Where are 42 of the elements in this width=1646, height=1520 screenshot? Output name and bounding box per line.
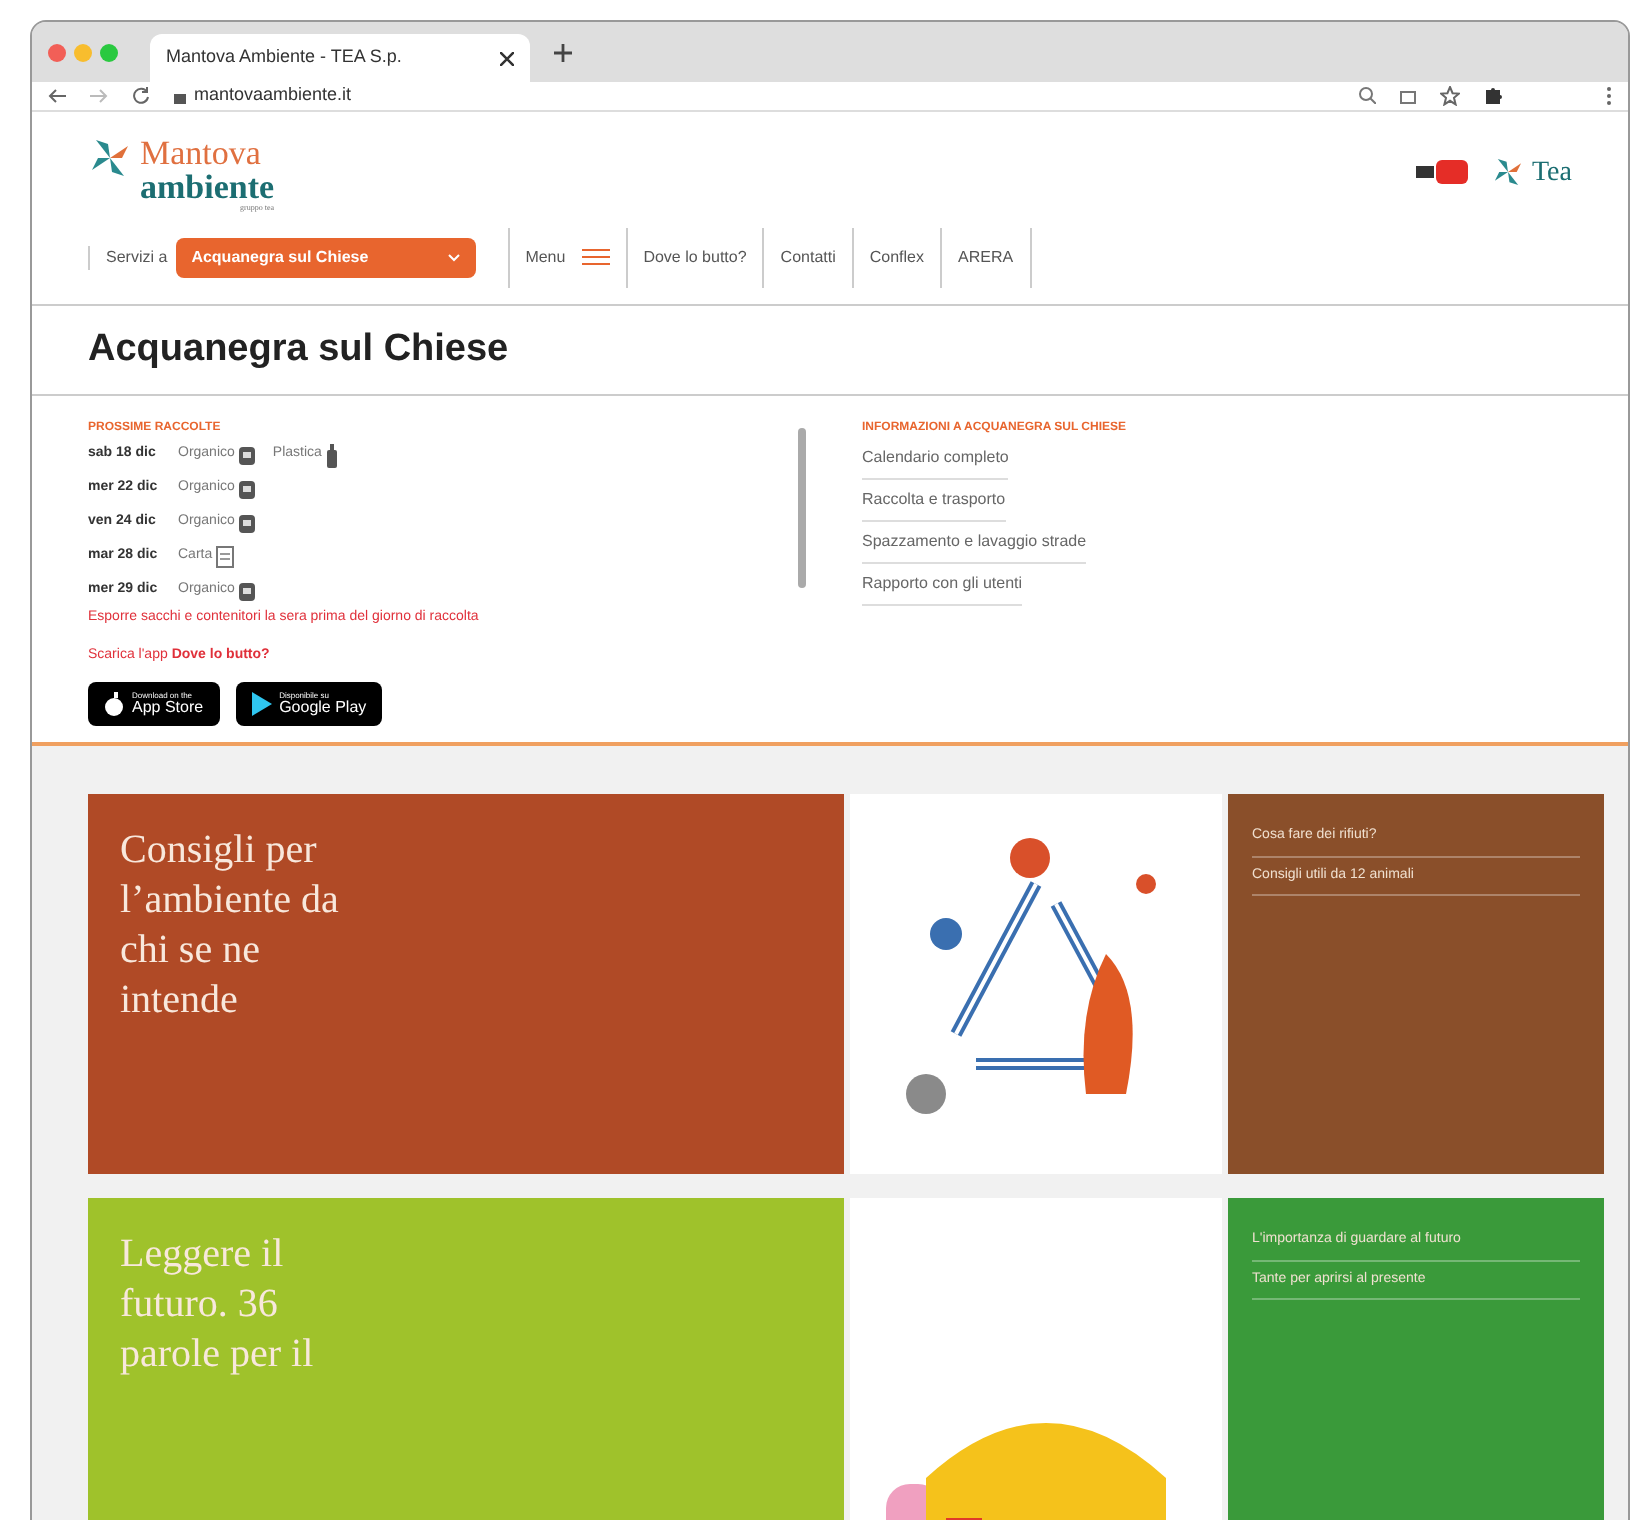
back-icon[interactable] (48, 87, 66, 104)
info-link[interactable]: Raccolta e trasporto (862, 480, 1006, 522)
menu-icon (581, 248, 610, 266)
bin-icon (238, 581, 257, 601)
play-icon (251, 692, 272, 716)
address-field[interactable]: mantovaambiente.it (174, 82, 352, 109)
pinwheel-logo-icon (1491, 156, 1524, 188)
partner-logo[interactable]: Tea (1491, 151, 1572, 193)
page-title: Acquanegra sul Chiese (88, 325, 511, 373)
nav-link[interactable]: ARERA (940, 227, 1030, 287)
paper-icon (216, 546, 235, 568)
scrollbar-thumb[interactable] (798, 428, 806, 588)
bin-icon (238, 479, 257, 499)
puzzle-piece-icon[interactable] (1484, 86, 1502, 105)
info-link[interactable]: Spazzamento e lavaggio strade (862, 522, 1087, 564)
bottle-icon (325, 443, 338, 467)
info-link[interactable]: Rapporto con gli utenti (862, 564, 1023, 606)
bin-icon (238, 445, 257, 465)
youtube-icon[interactable] (1415, 160, 1468, 184)
nav-link[interactable]: Contatti (762, 227, 852, 287)
bookmark-star-icon[interactable] (1440, 85, 1460, 106)
reload-icon[interactable] (132, 86, 150, 105)
close-tab-icon[interactable] (500, 51, 514, 65)
browser-menu-icon[interactable] (1606, 85, 1612, 106)
card-title: Leggere il futuro. 36 parole per il (120, 1230, 316, 1380)
share-icon[interactable] (1400, 86, 1416, 105)
search-icon[interactable] (1358, 86, 1376, 105)
menu-button[interactable]: Menu (507, 227, 626, 287)
logo-text: Mantova (140, 135, 263, 169)
bin-icon (238, 513, 257, 533)
municipality-select[interactable]: Acquanegra sul Chiese (175, 237, 476, 277)
new-tab-icon[interactable] (554, 43, 572, 61)
pinwheel-logo-icon (88, 135, 132, 179)
apple-icon (104, 692, 124, 716)
caret-icon (447, 253, 460, 261)
browser-tab[interactable]: Mantova Ambiente - TEA S.p. (150, 34, 530, 82)
nav-link[interactable]: Dove lo butto? (625, 227, 763, 287)
card-title: Consigli per l’ambiente da chi se ne intende (120, 826, 341, 1026)
nav-link[interactable]: Conflex (851, 227, 940, 287)
logo-text: ambiente (140, 169, 275, 203)
feature-card[interactable]: Consigli per l’ambiente da chi se ne intende (88, 794, 844, 1174)
info-link[interactable]: Calendario completo (862, 438, 1009, 480)
